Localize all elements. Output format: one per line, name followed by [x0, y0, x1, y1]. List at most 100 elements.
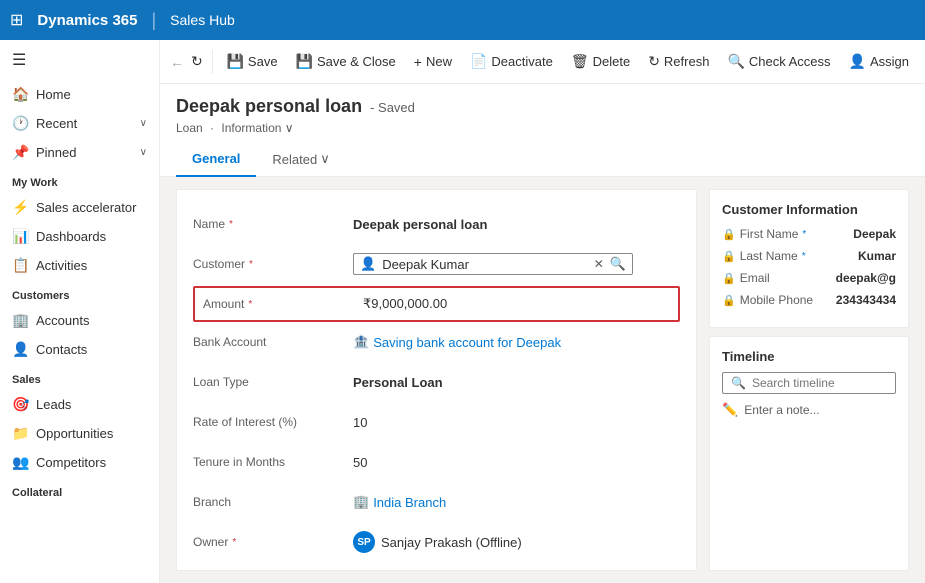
refresh-nav-button[interactable]: ↻ [188, 48, 206, 76]
customer-lookup[interactable]: 👤 Deepak Kumar ✕ 🔍 [353, 253, 680, 275]
sidebar-item-dashboards[interactable]: 📊 Dashboards [0, 222, 159, 251]
check-access-button[interactable]: 🔍 Check Access [719, 49, 838, 74]
tab-general[interactable]: General [176, 143, 256, 177]
main-content: ← ↻ 💾 Save 💾 Save & Close + New 📄 Deacti… [160, 40, 925, 583]
hamburger-button[interactable]: ☰ [0, 40, 159, 80]
sidebar: ☰ 🏠 Home 🕐 Recent ∨ 📌 Pinned ∨ My Work ⚡… [0, 40, 160, 583]
sidebar-item-sales-accelerator[interactable]: ⚡ Sales accelerator [0, 193, 159, 222]
page-header: Deepak personal loan - Saved Loan · Info… [160, 84, 925, 177]
waffle-icon[interactable]: ⊞ [10, 10, 23, 30]
sidebar-item-recent[interactable]: 🕐 Recent ∨ [0, 109, 159, 138]
sidebar-item-opportunities[interactable]: 📁 Opportunities [0, 419, 159, 448]
owner-required: * [232, 537, 236, 548]
my-work-header: My Work [0, 167, 159, 193]
assign-button[interactable]: 👤 Assign [841, 49, 917, 74]
customer-clear-icon[interactable]: ✕ [594, 257, 604, 271]
sidebar-item-accounts[interactable]: 🏢 Accounts [0, 306, 159, 335]
first-name-label: 🔒 First Name * [722, 227, 806, 241]
owner-field-row: Owner * SP Sanjay Prakash (Offline) [193, 524, 680, 560]
branch-value[interactable]: 🏢 India Branch [353, 494, 680, 510]
save-close-button[interactable]: 💾 Save & Close [288, 49, 404, 74]
bank-account-value[interactable]: 🏦 Saving bank account for Deepak [353, 334, 680, 350]
leads-icon: 🎯 [12, 396, 28, 413]
home-icon: 🏠 [12, 86, 28, 103]
amount-value[interactable]: ₹9,000,000.00 [363, 296, 670, 312]
toolbar-sep-1 [212, 50, 213, 74]
mobile-label: 🔒 Mobile Phone [722, 293, 813, 307]
timeline-search-bar[interactable]: 🔍 [722, 372, 896, 394]
related-chevron-icon: ∨ [320, 151, 330, 167]
customer-search-icon[interactable]: 🔍 [610, 256, 626, 272]
sidebar-item-leads[interactable]: 🎯 Leads [0, 390, 159, 419]
last-name-label: 🔒 Last Name * [722, 249, 806, 263]
customer-lookup-value: Deepak Kumar [382, 257, 588, 272]
customer-field-row: Customer * 👤 Deepak Kumar ✕ 🔍 [193, 246, 680, 282]
last-name-row: 🔒 Last Name * Kumar [722, 249, 896, 263]
new-button[interactable]: + New [406, 50, 460, 74]
main-layout: ☰ 🏠 Home 🕐 Recent ∨ 📌 Pinned ∨ My Work ⚡… [0, 40, 925, 583]
contacts-icon: 👤 [12, 341, 28, 358]
tab-related[interactable]: Related ∨ [256, 143, 345, 177]
mobile-lock-icon: 🔒 [722, 294, 736, 307]
accounts-icon: 🏢 [12, 312, 28, 329]
recent-icon: 🕐 [12, 115, 28, 132]
pinned-chevron-icon: ∨ [140, 147, 147, 158]
last-name-value: Kumar [858, 249, 896, 263]
owner-avatar: SP Sanjay Prakash (Offline) [353, 531, 522, 553]
rate-field-row: Rate of Interest (%) 10 [193, 404, 680, 440]
sidebar-item-contacts[interactable]: 👤 Contacts [0, 335, 159, 364]
deactivate-button[interactable]: 📄 Deactivate [462, 49, 561, 74]
assign-label: Assign [870, 54, 909, 69]
timeline-note-icon: ✏️ [722, 402, 738, 418]
timeline-search-input[interactable] [752, 376, 887, 390]
tenure-value[interactable]: 50 [353, 455, 680, 470]
customer-lookup-field[interactable]: 👤 Deepak Kumar ✕ 🔍 [353, 253, 633, 275]
owner-value[interactable]: SP Sanjay Prakash (Offline) [353, 531, 680, 553]
deactivate-label: Deactivate [491, 54, 552, 69]
collateral-header: Collateral [0, 477, 159, 503]
timeline-note-row[interactable]: ✏️ Enter a note... [722, 402, 896, 418]
new-label: New [426, 54, 452, 69]
rate-value[interactable]: 10 [353, 415, 680, 430]
owner-label: Owner * [193, 535, 353, 549]
sidebar-item-activities[interactable]: 📋 Activities [0, 251, 159, 280]
save-close-label: Save & Close [317, 54, 396, 69]
sidebar-item-competitors[interactable]: 👥 Competitors [0, 448, 159, 477]
sidebar-item-contacts-label: Contacts [36, 342, 147, 357]
loan-type-value[interactable]: Personal Loan [353, 375, 680, 390]
bank-account-icon: 🏦 [353, 334, 369, 350]
app-name: Sales Hub [170, 12, 235, 28]
sidebar-item-opportunities-label: Opportunities [36, 426, 147, 441]
sidebar-item-pinned[interactable]: 📌 Pinned ∨ [0, 138, 159, 167]
name-value[interactable]: Deepak personal loan [353, 217, 680, 232]
breadcrumb: Loan · Information ∨ [176, 121, 909, 135]
amount-field-row: Amount * ₹9,000,000.00 [193, 286, 680, 322]
last-name-required: * [802, 251, 806, 262]
form-panel: Name * Deepak personal loan Customer * 👤 [176, 189, 697, 571]
delete-button[interactable]: 🗑 Delete [563, 49, 638, 74]
loan-type-label: Loan Type [193, 375, 353, 389]
sales-accel-icon: ⚡ [12, 199, 28, 216]
delete-icon: 🗑 [571, 53, 589, 70]
opportunities-icon: 📁 [12, 425, 28, 442]
sidebar-item-home[interactable]: 🏠 Home [0, 80, 159, 109]
competitors-icon: 👥 [12, 454, 28, 471]
breadcrumb-type[interactable]: Loan [176, 121, 203, 135]
email-lock-icon: 🔒 [722, 272, 736, 285]
delete-label: Delete [593, 54, 631, 69]
breadcrumb-view[interactable]: Information ∨ [221, 121, 293, 135]
customer-info-title: Customer Information [722, 202, 896, 217]
back-button[interactable]: ← [168, 48, 186, 76]
app-title: Dynamics 365 [37, 12, 137, 29]
sidebar-item-accounts-label: Accounts [36, 313, 147, 328]
timeline-title: Timeline [722, 349, 896, 364]
dashboards-icon: 📊 [12, 228, 28, 245]
sidebar-item-recent-label: Recent [36, 116, 132, 131]
refresh-button[interactable]: ↻ Refresh [640, 49, 717, 74]
name-required: * [229, 219, 233, 230]
timeline-card: Timeline 🔍 ✏️ Enter a note... [709, 336, 909, 571]
sidebar-item-home-label: Home [36, 87, 147, 102]
save-button[interactable]: 💾 Save [218, 49, 285, 74]
sidebar-item-sales-accel-label: Sales accelerator [36, 200, 147, 215]
page-title: Deepak personal loan [176, 96, 362, 117]
